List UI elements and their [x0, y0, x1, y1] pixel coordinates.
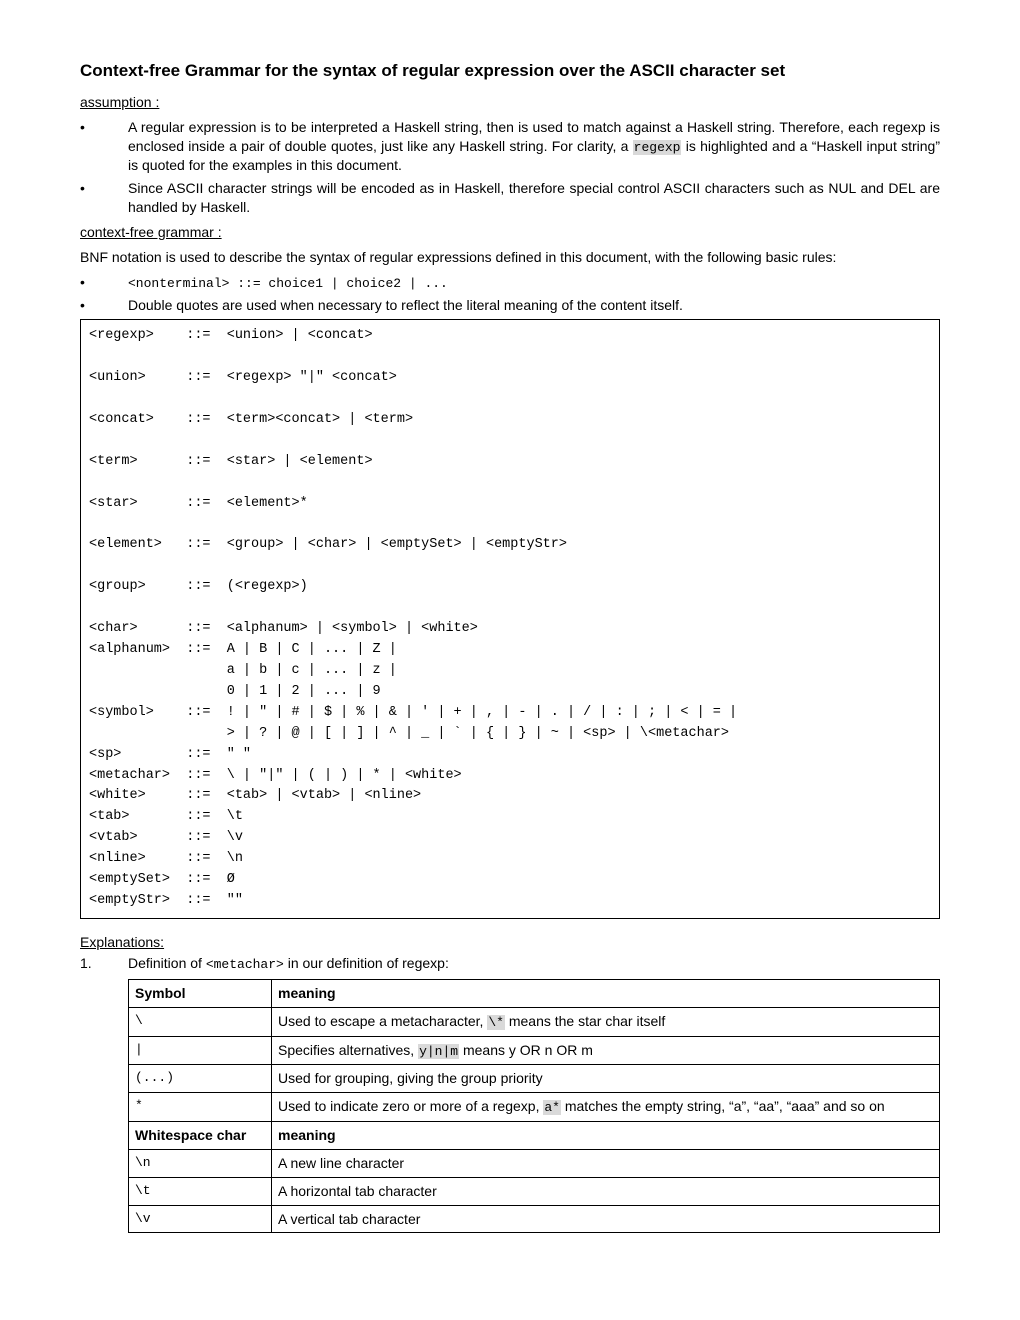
text: in our definition of regexp:: [284, 955, 449, 971]
cfg-heading: context-free grammar :: [80, 223, 940, 242]
meaning-cell: A horizontal tab character: [272, 1177, 940, 1205]
symbol-cell: |: [129, 1036, 272, 1065]
symbol-cell: \: [129, 1008, 272, 1037]
table-row: \ Used to escape a metacharacter, \* mea…: [129, 1008, 940, 1037]
bnf-rule: • Double quotes are used when necessary …: [80, 296, 940, 315]
explanation-item: 1. Definition of <metachar> in our defin…: [80, 954, 940, 974]
col-header-meaning: meaning: [272, 980, 940, 1008]
meaning-cell: Used to escape a metacharacter, \* means…: [272, 1008, 940, 1037]
table-row: * Used to indicate zero or more of a reg…: [129, 1093, 940, 1122]
list-number: 1.: [80, 954, 128, 974]
meaning-cell: A new line character: [272, 1149, 940, 1177]
assumption-item: • A regular expression is to be interpre…: [80, 118, 940, 175]
table-row: (...) Used for grouping, giving the grou…: [129, 1065, 940, 1093]
table-row: \n A new line character: [129, 1149, 940, 1177]
assumption-heading: assumption :: [80, 93, 940, 112]
bullet-icon: •: [80, 296, 128, 315]
text: Since ASCII character strings will be en…: [128, 179, 940, 217]
meaning-cell: A vertical tab character: [272, 1205, 940, 1233]
symbol-cell: \t: [129, 1177, 272, 1205]
inline-code: <metachar>: [206, 957, 284, 972]
table-row: \t A horizontal tab character: [129, 1177, 940, 1205]
metachar-table: Symbol meaning \ Used to escape a metach…: [128, 979, 940, 1233]
page-title: Context-free Grammar for the syntax of r…: [80, 60, 940, 83]
table-header-row: Whitespace char meaning: [129, 1121, 940, 1149]
symbol-cell: \n: [129, 1149, 272, 1177]
inline-code: regexp: [633, 140, 682, 155]
col-header-whitespace: Whitespace char: [129, 1121, 272, 1149]
meaning-cell: Specifies alternatives, y|n|m means y OR…: [272, 1036, 940, 1065]
grammar-definition: <regexp> ::= <union> | <concat> <union> …: [80, 319, 940, 919]
symbol-cell: \v: [129, 1205, 272, 1233]
table-row: | Specifies alternatives, y|n|m means y …: [129, 1036, 940, 1065]
bullet-icon: •: [80, 179, 128, 217]
meaning-cell: Used for grouping, giving the group prio…: [272, 1065, 940, 1093]
col-header-meaning: meaning: [272, 1121, 940, 1149]
bullet-icon: •: [80, 118, 128, 175]
inline-code: \*: [487, 1015, 505, 1030]
text: Definition of: [128, 955, 206, 971]
symbol-cell: *: [129, 1093, 272, 1122]
text: Double quotes are used when necessary to…: [128, 296, 940, 315]
assumption-item: • Since ASCII character strings will be …: [80, 179, 940, 217]
bullet-icon: •: [80, 273, 128, 293]
table-header-row: Symbol meaning: [129, 980, 940, 1008]
meaning-cell: Used to indicate zero or more of a regex…: [272, 1093, 940, 1122]
table-row: \v A vertical tab character: [129, 1205, 940, 1233]
col-header-symbol: Symbol: [129, 980, 272, 1008]
bnf-rule: • <nonterminal> ::= choice1 | choice2 | …: [80, 273, 940, 293]
inline-code: a*: [543, 1100, 561, 1115]
explanations-heading: Explanations:: [80, 933, 940, 952]
symbol-cell: (...): [129, 1065, 272, 1093]
inline-code: y|n|m: [418, 1044, 459, 1059]
inline-code: <nonterminal> ::= choice1 | choice2 | ..…: [128, 276, 448, 291]
cfg-intro: BNF notation is used to describe the syn…: [80, 248, 940, 267]
